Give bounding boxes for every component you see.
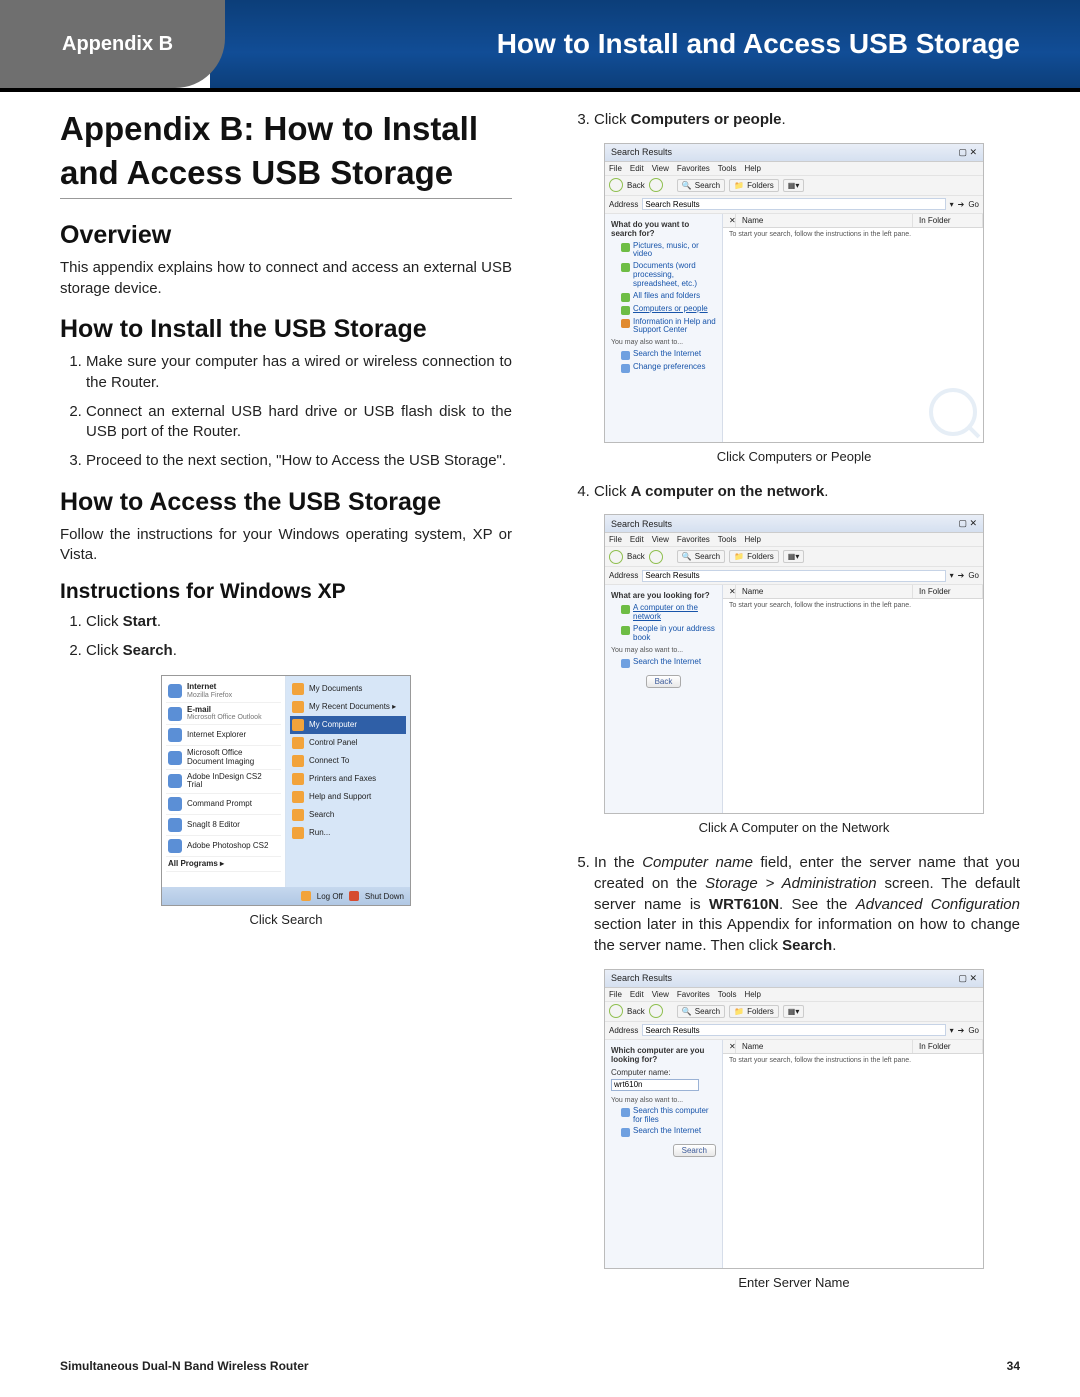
search-icon	[292, 809, 304, 821]
footer-left: Simultaneous Dual-N Band Wireless Router	[60, 1359, 309, 1373]
screenshot-search-companion: Search Results ▢ ✕ FileEditViewFavoritesT…	[604, 143, 984, 443]
computer-name-input[interactable]	[611, 1079, 699, 1091]
footer-page-number: 34	[1007, 1359, 1020, 1373]
install-heading: How to Install the USB Storage	[60, 315, 512, 344]
search-button[interactable]: Search	[673, 1144, 716, 1157]
window-controls: ▢ ✕	[958, 147, 977, 158]
address-input[interactable]	[642, 1024, 945, 1036]
header-title: How to Install and Access USB Storage	[497, 28, 1020, 60]
app-icon	[168, 728, 182, 742]
left-column: Appendix B: How to Install and Access US…	[60, 110, 512, 1308]
app-icon	[168, 684, 182, 698]
connect-icon	[292, 755, 304, 767]
control-panel-icon	[292, 737, 304, 749]
caption-2: Click Computers or People	[568, 449, 1020, 464]
app-icon	[168, 774, 182, 788]
overview-heading: Overview	[60, 221, 512, 250]
right-steps: Click A computer on the network.	[568, 482, 1020, 503]
overview-text: This appendix explains how to connect an…	[60, 258, 512, 299]
right-steps: Click Computers or people.	[568, 110, 1020, 131]
folders-button: 📁Folders	[729, 179, 779, 192]
printer-icon	[292, 773, 304, 785]
start-left-pane: InternetMozilla Firefox E-mailMicrosoft …	[162, 676, 286, 905]
app-icon	[168, 839, 182, 853]
right-steps: In the Computer name field, enter the se…	[568, 853, 1020, 956]
appendix-tab: Appendix B	[0, 0, 225, 88]
header-bar: Appendix B How to Install and Access USB…	[0, 0, 1080, 88]
caption-3: Click A Computer on the Network	[568, 820, 1020, 835]
back-button[interactable]: Back	[646, 675, 682, 688]
header-title-bar: How to Install and Access USB Storage	[210, 0, 1080, 88]
back-icon	[609, 178, 623, 192]
views-button: ▦▾	[783, 179, 805, 192]
xp-step: Click Search.	[86, 641, 512, 662]
access-heading: How to Access the USB Storage	[60, 488, 512, 517]
step3: Click Computers or people.	[594, 110, 1020, 131]
caption-4: Enter Server Name	[568, 1275, 1020, 1290]
screenshot-start-menu: InternetMozilla Firefox E-mailMicrosoft …	[161, 675, 411, 906]
app-icon	[168, 818, 182, 832]
address-input[interactable]	[642, 570, 945, 582]
install-step: Make sure your computer has a wired or w…	[86, 352, 512, 393]
app-icon	[168, 751, 182, 765]
start-footer: Log Off Shut Down	[162, 887, 410, 905]
page-body: Appendix B: How to Install and Access US…	[60, 110, 1020, 1308]
h1-line2: and Access USB Storage	[60, 154, 512, 199]
menubar: FileEditViewFavoritesToolsHelp	[605, 162, 983, 176]
h1-line1: Appendix B: How to Install	[60, 110, 512, 148]
install-steps: Make sure your computer has a wired or w…	[60, 352, 512, 471]
folder-icon	[292, 683, 304, 695]
app-icon	[168, 707, 182, 721]
search-companion-pane: What do you want to search for? Pictures…	[605, 214, 723, 442]
right-column: Click Computers or people. Search Result…	[568, 110, 1020, 1308]
xp-heading: Instructions for Windows XP	[60, 580, 512, 604]
xp-step: Click Start.	[86, 612, 512, 633]
caption-click-search: Click Search	[60, 912, 512, 927]
run-icon	[292, 827, 304, 839]
screenshot-computer-on-network: Search Results▢ ✕ FileEditViewFavoritesT…	[604, 514, 984, 814]
app-icon	[168, 797, 182, 811]
folder-icon	[292, 701, 304, 713]
step4: Click A computer on the network.	[594, 482, 1020, 503]
search-button: 🔍Search	[677, 179, 725, 192]
header-divider	[0, 88, 1080, 92]
install-step: Connect an external USB hard drive or US…	[86, 402, 512, 443]
forward-icon	[649, 178, 663, 192]
start-right-pane: My Documents My Recent Documents ▸ My Co…	[286, 676, 410, 905]
address-input[interactable]	[642, 198, 945, 210]
access-text: Follow the instructions for your Windows…	[60, 525, 512, 566]
window-title: Search Results	[611, 147, 672, 157]
install-step: Proceed to the next section, "How to Acc…	[86, 451, 512, 472]
step5: In the Computer name field, enter the se…	[594, 853, 1020, 956]
page-footer: Simultaneous Dual-N Band Wireless Router…	[60, 1359, 1020, 1373]
computer-icon	[292, 719, 304, 731]
screenshot-enter-server-name: Search Results▢ ✕ FileEditViewFavoritesT…	[604, 969, 984, 1269]
help-icon	[292, 791, 304, 803]
shutdown-icon	[349, 891, 359, 901]
appendix-label: Appendix B	[62, 33, 173, 56]
logoff-icon	[301, 891, 311, 901]
xp-steps: Click Start. Click Search.	[60, 612, 512, 661]
magnifier-icon	[929, 388, 977, 436]
